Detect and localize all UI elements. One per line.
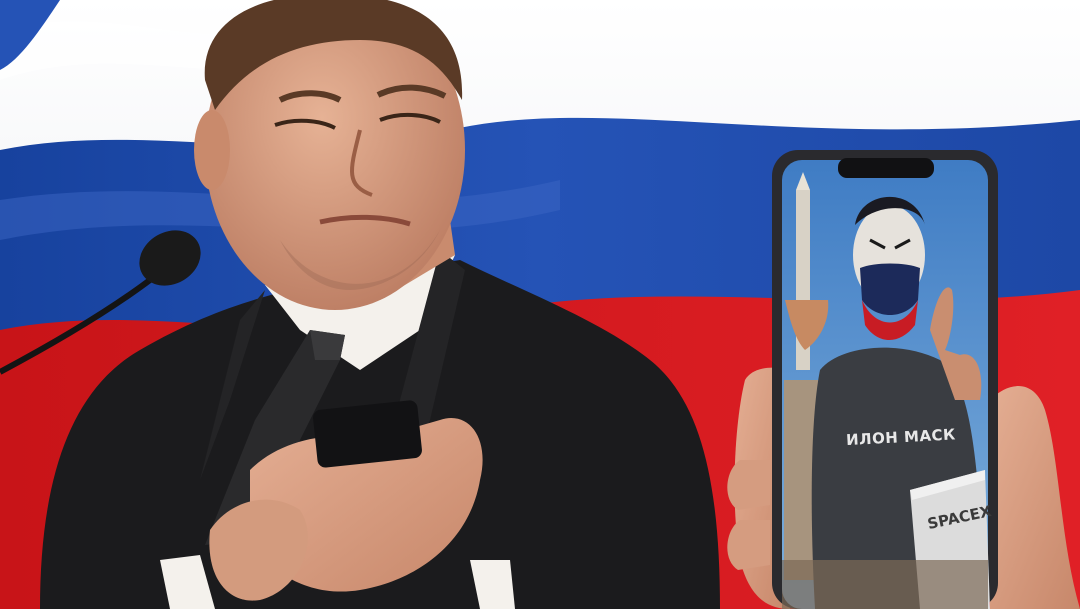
- scene-illustration: [0, 0, 1080, 609]
- photo-scene: ИЛОН МАСК SPACEX: [0, 0, 1080, 609]
- smartphone: [772, 150, 998, 609]
